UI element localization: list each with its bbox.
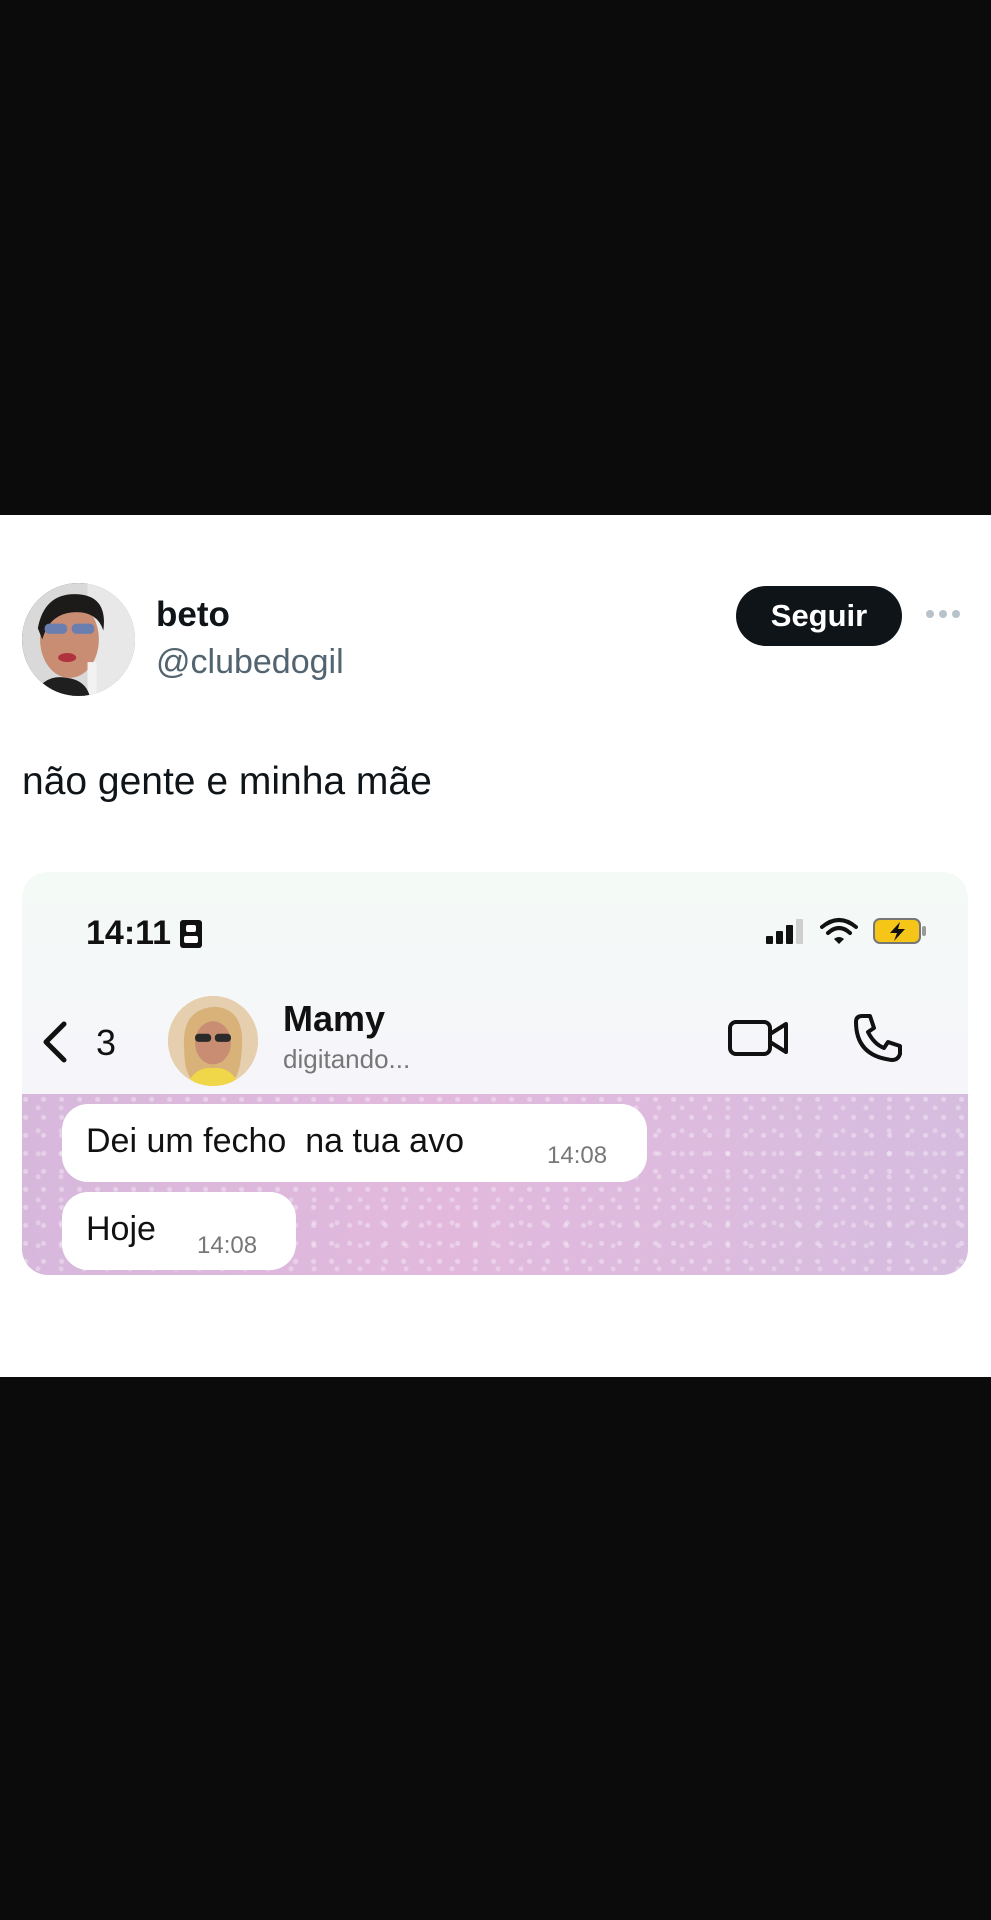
status-bar-indicators [766,916,928,946]
tweet-card: beto @clubedogil Seguir não gente e minh… [0,515,991,1377]
message-time: 14:08 [547,1142,608,1169]
video-call-icon[interactable] [728,1016,790,1060]
chat-messages-area[interactable]: Dei um fecho na tua avo 14:08 Hoje 14:08 [22,1094,968,1275]
message-text: Hoje [86,1210,156,1248]
attached-chat-screenshot[interactable]: 14:11 3 Mamy digitando... Dei um fecho n… [22,872,968,1275]
message-text: Dei um fecho na tua avo [86,1122,465,1160]
back-chevron-icon[interactable] [40,1020,70,1064]
follow-button[interactable]: Seguir [736,586,902,646]
author-avatar[interactable] [22,583,135,696]
status-bar-time: 14:11 [86,914,203,953]
message-bubble[interactable]: Hoje 14:08 [62,1192,296,1270]
more-options-icon[interactable] [926,603,966,625]
status-time-text: 14:11 [86,914,172,952]
battery-charging-icon [873,918,926,944]
contact-avatar[interactable] [168,996,258,1086]
wifi-icon [820,918,858,944]
signal-icon [766,919,803,944]
unread-count[interactable]: 3 [96,1022,116,1064]
contact-name[interactable]: Mamy [283,998,385,1040]
typing-status: digitando... [283,1044,411,1074]
id-card-icon [180,919,203,948]
phone-call-icon[interactable] [852,1012,902,1062]
author-handle[interactable]: @clubedogil [156,643,344,682]
chat-header: 3 Mamy digitando... [22,992,968,1092]
contact-avatar-image [168,996,258,1086]
post-text: não gente e minha mãe [22,760,432,803]
message-time: 14:08 [197,1232,258,1259]
message-bubble[interactable]: Dei um fecho na tua avo 14:08 [62,1104,647,1182]
author-name[interactable]: beto [156,595,230,635]
author-avatar-image [22,583,135,696]
